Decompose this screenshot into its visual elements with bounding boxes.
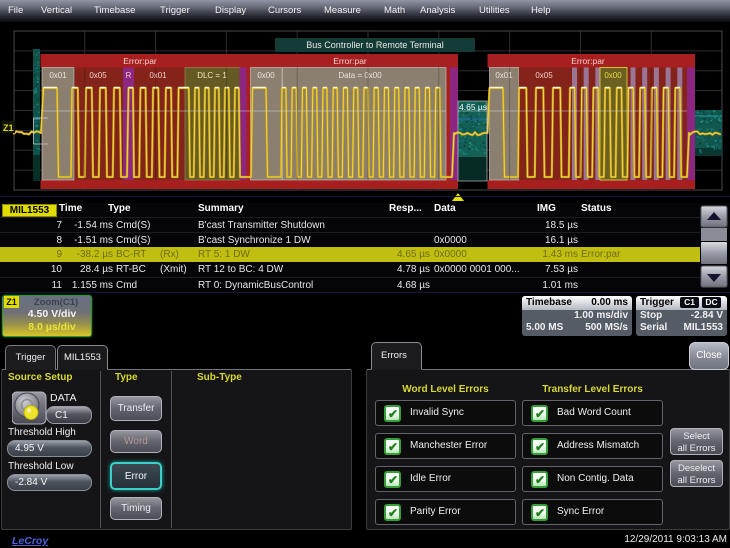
svg-text:0x01: 0x01 [149,71,167,80]
svg-text:Data = 0x00: Data = 0x00 [338,71,382,80]
svg-text:Z1: Z1 [3,123,14,133]
svg-text:0x01: 0x01 [49,71,67,80]
svg-text:Error:par: Error:par [571,56,605,66]
svg-text:DLC = 1: DLC = 1 [197,71,227,80]
svg-text:4.65 µs: 4.65 µs [459,102,487,112]
svg-text:Error:par: Error:par [123,56,157,66]
svg-text:Error:par: Error:par [333,56,367,66]
svg-text:Bus Controller to Remote Termi: Bus Controller to Remote Terminal [306,40,443,50]
svg-text:0x05: 0x05 [535,71,553,80]
svg-text:R: R [126,71,132,80]
svg-text:0x00: 0x00 [257,71,275,80]
svg-text:0x00: 0x00 [604,71,622,80]
svg-text:0x01: 0x01 [495,71,513,80]
svg-text:0x05: 0x05 [89,71,107,80]
